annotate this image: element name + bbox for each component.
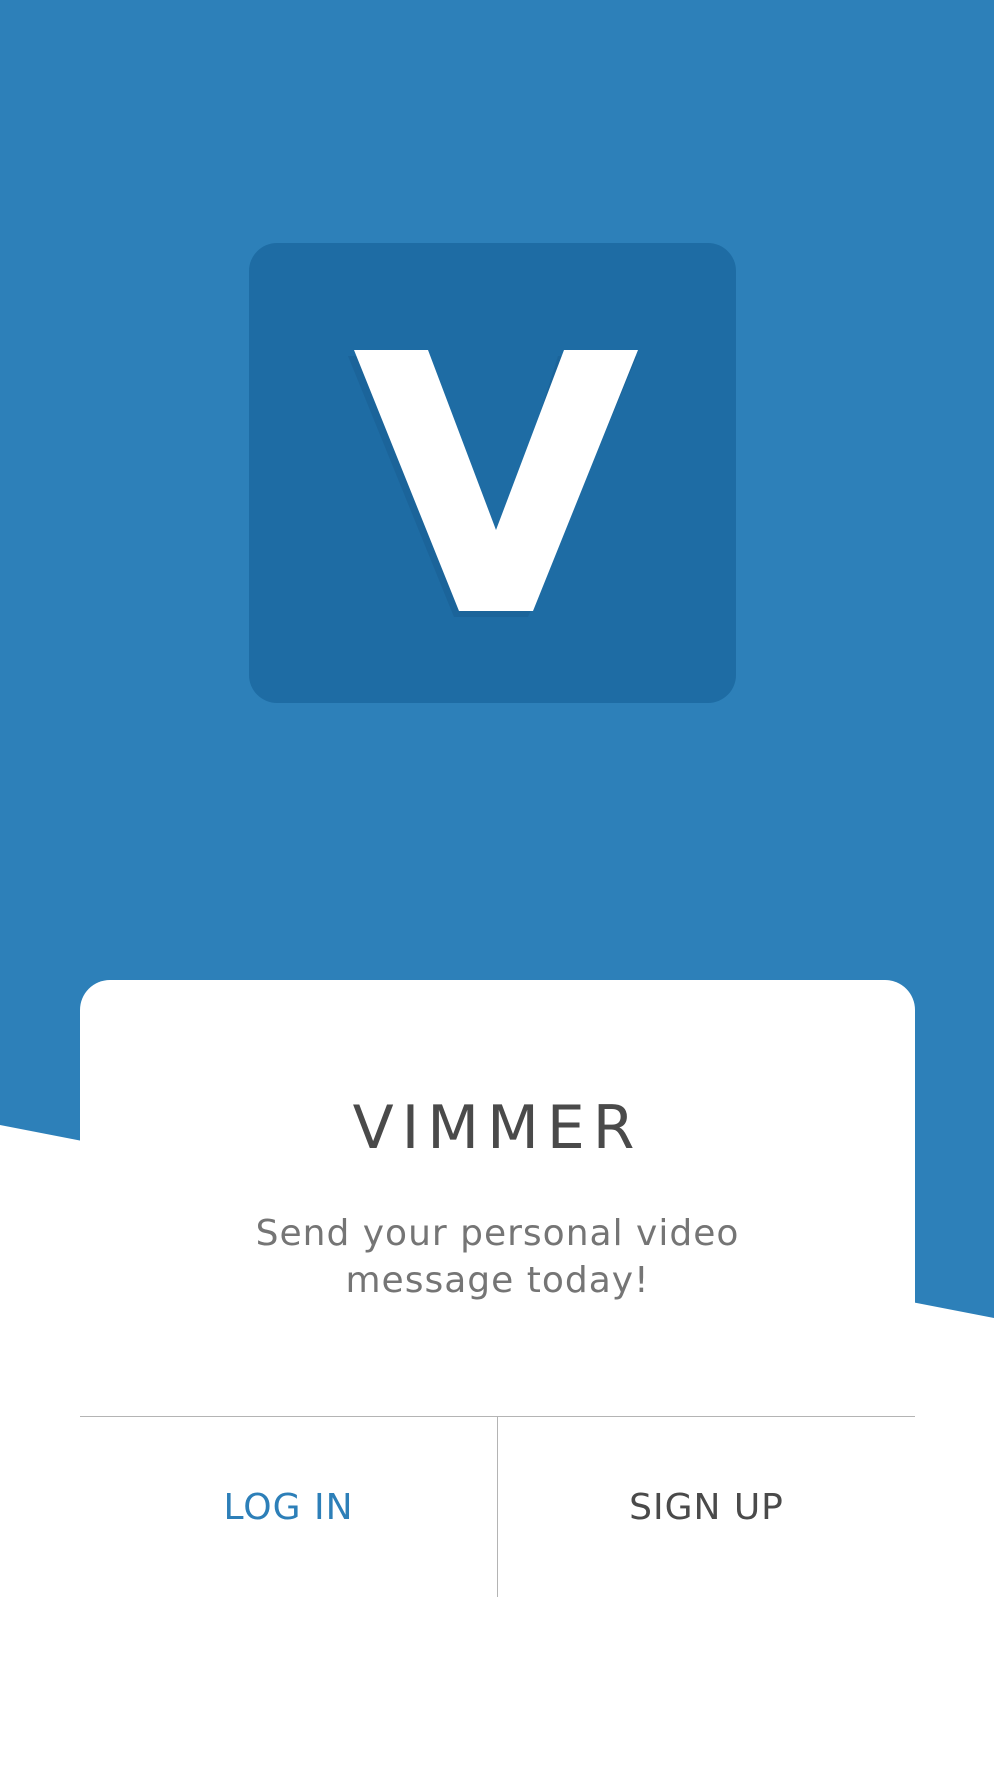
app-logo <box>249 243 736 703</box>
v-logo-icon <box>348 350 638 617</box>
welcome-card: VIMMER Send your personal video message … <box>80 980 915 1600</box>
welcome-screen: VIMMER Send your personal video message … <box>0 0 994 1767</box>
tagline: Send your personal video message today! <box>255 1213 740 1301</box>
signup-button[interactable]: SIGN UP <box>498 1417 915 1597</box>
login-button-label: LOG IN <box>223 1486 354 1528</box>
login-button[interactable]: LOG IN <box>80 1417 497 1597</box>
signup-button-label: SIGN UP <box>629 1486 784 1528</box>
app-name: VIMMER <box>352 1093 643 1163</box>
